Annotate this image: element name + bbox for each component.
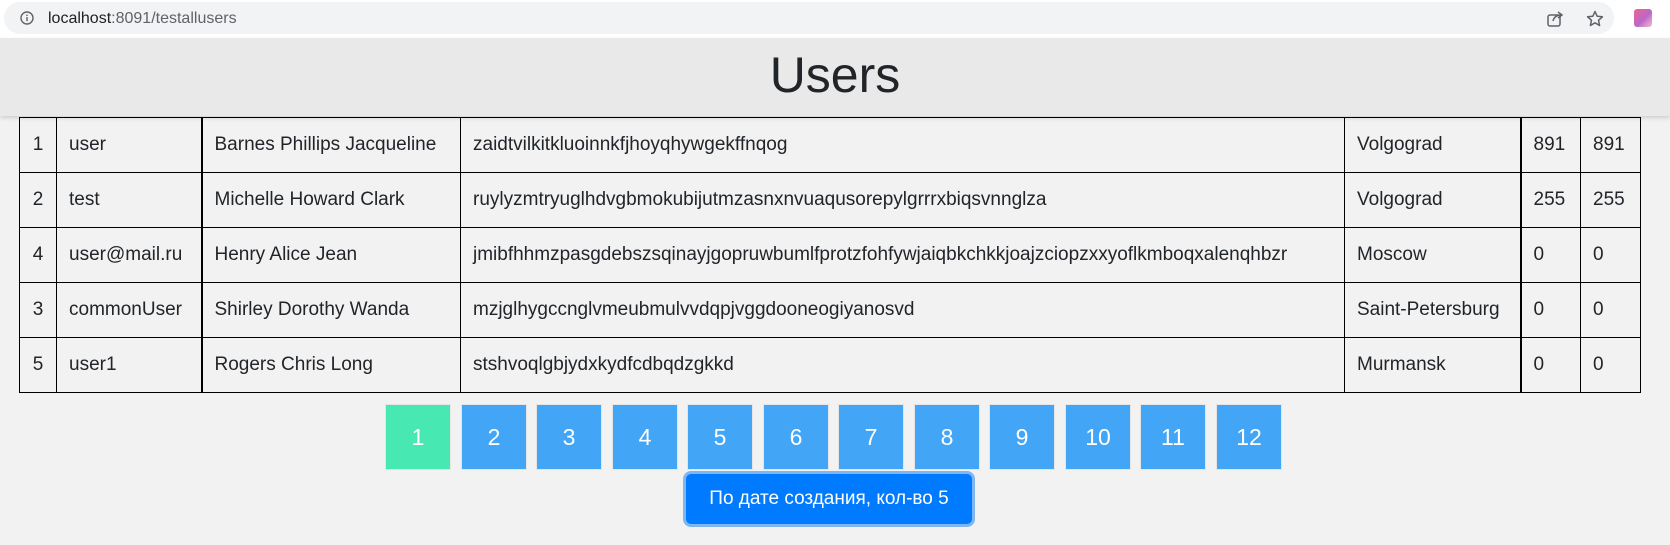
star-icon[interactable] <box>1586 10 1604 28</box>
user-token-cell: jmibfhhmzpasgdebszsqinayjgopruwbumlfprot… <box>460 227 1345 283</box>
user-name-cell: Shirley Dorothy Wanda <box>201 282 461 338</box>
table-row: 5 user1 Rogers Chris Long stshvoqlgbjydxkyd… <box>19 337 1641 393</box>
page-button-7[interactable]: 7 <box>839 405 903 469</box>
table-row: 1 user Barnes Phillips Jacqueline zaidtvilk… <box>19 117 1641 173</box>
table-row: 3 commonUser Shirley Dorothy Wanda mzjglhyg… <box>19 282 1641 338</box>
address-bar[interactable]: localhost:8091/testallusers <box>4 2 1614 34</box>
page-button-8[interactable]: 8 <box>915 405 979 469</box>
user-name-cell: Henry Alice Jean <box>201 227 461 283</box>
table-row: 2 test Michelle Howard Clark ruylyzmtryuglh… <box>19 172 1641 228</box>
url-path: :8091/testallusers <box>111 10 237 27</box>
page-button-9[interactable]: 9 <box>990 405 1054 469</box>
user-token-cell: ruylyzmtryuglhdvgbmokubijutmzasnxnvuaqus… <box>460 172 1345 228</box>
user-id-cell: 5 <box>19 337 57 393</box>
user-id-cell: 2 <box>19 172 57 228</box>
table-row: 4 user@mail.ru Henry Alice Jean jmibfhhmzpa… <box>19 227 1641 283</box>
user-value-b-cell: 255 <box>1580 172 1641 228</box>
sort-by-date-button[interactable]: По дате создания, кол-во 5 <box>686 474 972 524</box>
page-button-3[interactable]: 3 <box>537 405 601 469</box>
extension-icon[interactable] <box>1634 9 1652 27</box>
user-login-cell: test <box>56 172 203 228</box>
user-value-b-cell: 0 <box>1580 282 1641 338</box>
user-value-a-cell: 0 <box>1520 227 1581 283</box>
user-name-cell: Barnes Phillips Jacqueline <box>201 117 461 173</box>
page-button-4[interactable]: 4 <box>613 405 677 469</box>
user-city-cell: Saint-Petersburg <box>1344 282 1522 338</box>
user-value-b-cell: 0 <box>1580 227 1641 283</box>
user-value-b-cell: 891 <box>1580 117 1641 173</box>
user-token-cell: zaidtvilkitkluoinnkfjhoyqhywgekffnqog <box>460 117 1345 173</box>
user-value-b-cell: 0 <box>1580 337 1641 393</box>
page-header: Users <box>0 38 1670 116</box>
url-host: localhost <box>48 10 112 27</box>
page-button-12[interactable]: 12 <box>1217 405 1281 469</box>
url-text[interactable]: localhost:8091/testallusers <box>48 10 237 28</box>
page-button-6[interactable]: 6 <box>764 405 828 469</box>
user-id-cell: 3 <box>19 282 57 338</box>
user-name-cell: Rogers Chris Long <box>201 337 461 393</box>
user-token-cell: stshvoqlgbjydxkydfcdbqdzgkkd <box>460 337 1345 393</box>
page-button-1[interactable]: 1 <box>386 405 450 469</box>
user-value-a-cell: 891 <box>1520 117 1581 173</box>
user-city-cell: Moscow <box>1344 227 1522 283</box>
user-token-cell: mzjglhygccnglvmeubmulvvdqpjvggdooneogiya… <box>460 282 1345 338</box>
page-title: Users <box>769 47 901 103</box>
user-value-a-cell: 0 <box>1520 337 1581 393</box>
info-icon[interactable] <box>20 11 34 25</box>
user-login-cell: user@mail.ru <box>56 227 203 283</box>
share-icon[interactable] <box>1546 10 1564 28</box>
user-value-a-cell: 255 <box>1520 172 1581 228</box>
user-id-cell: 1 <box>19 117 57 173</box>
user-id-cell: 4 <box>19 227 57 283</box>
user-value-a-cell: 0 <box>1520 282 1581 338</box>
user-login-cell: user <box>56 117 203 173</box>
browser-toolbar: localhost:8091/testallusers <box>0 0 1670 38</box>
user-city-cell: Volgograd <box>1344 117 1522 173</box>
users-table-body: 1 user Barnes Phillips Jacqueline zaidtvilk… <box>19 117 1641 393</box>
users-table: 1 user Barnes Phillips Jacqueline zaidtvilk… <box>19 117 1641 393</box>
page-button-5[interactable]: 5 <box>688 405 752 469</box>
page-button-2[interactable]: 2 <box>462 405 526 469</box>
page-button-11[interactable]: 11 <box>1141 405 1205 469</box>
user-city-cell: Volgograd <box>1344 172 1522 228</box>
page-button-10[interactable]: 10 <box>1066 405 1130 469</box>
user-city-cell: Murmansk <box>1344 337 1522 393</box>
user-login-cell: commonUser <box>56 282 203 338</box>
user-name-cell: Michelle Howard Clark <box>201 172 461 228</box>
user-login-cell: user1 <box>56 337 203 393</box>
